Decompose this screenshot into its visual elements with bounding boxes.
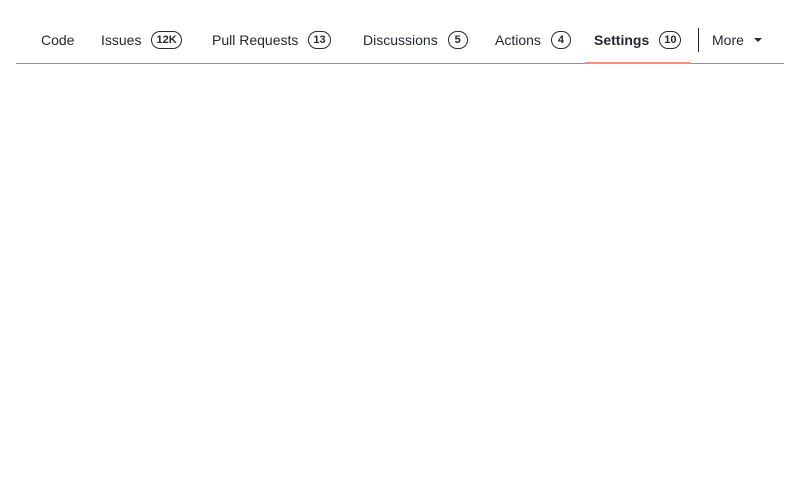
tab-settings[interactable]: Settings 10 bbox=[594, 16, 682, 64]
tab-discussions[interactable]: Discussions 5 bbox=[363, 16, 468, 64]
caret-down-icon bbox=[753, 38, 762, 42]
counter-badge: 10 bbox=[659, 31, 682, 49]
underline-nav: Code Issues 12K Pull Requests 13 Discuss… bbox=[16, 16, 784, 64]
tab-label: Actions bbox=[495, 32, 541, 48]
counter-badge: 5 bbox=[447, 31, 468, 49]
tab-label: Settings bbox=[594, 32, 650, 48]
tab-label: Pull Requests bbox=[212, 32, 299, 48]
more-menu-button[interactable]: More bbox=[712, 16, 762, 64]
tab-pull-requests[interactable]: Pull Requests 13 bbox=[212, 16, 331, 64]
tab-label: Code bbox=[41, 32, 75, 48]
tab-code[interactable]: Code bbox=[41, 16, 74, 64]
counter-badge: 4 bbox=[550, 31, 571, 49]
tab-label: Discussions bbox=[363, 32, 438, 48]
tab-label: Issues bbox=[101, 32, 142, 48]
divider bbox=[698, 28, 699, 52]
counter-badge: 13 bbox=[308, 31, 331, 49]
tab-actions[interactable]: Actions 4 bbox=[495, 16, 571, 64]
tab-issues[interactable]: Issues 12K bbox=[101, 16, 182, 64]
more-label: More bbox=[712, 32, 744, 48]
selected-tab-underline bbox=[585, 62, 690, 64]
counter-badge: 12K bbox=[151, 31, 182, 49]
